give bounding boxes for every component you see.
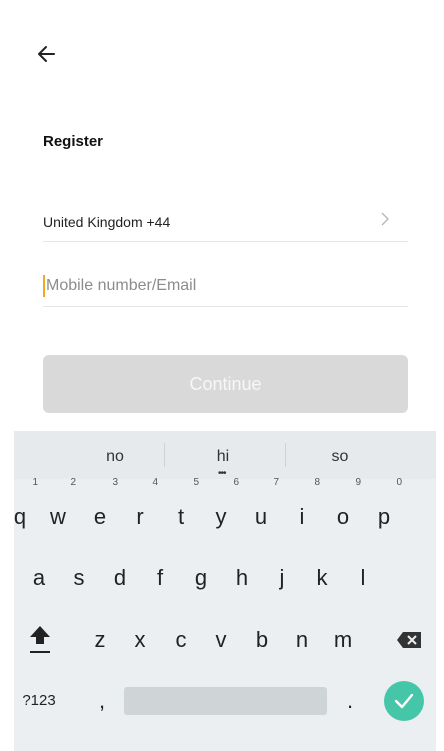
- page-title: Register: [43, 133, 104, 150]
- key-w[interactable]: 2w: [38, 477, 78, 543]
- mobile-email-input[interactable]: [46, 277, 386, 295]
- key-t[interactable]: 5t: [161, 477, 201, 543]
- key-i[interactable]: 8i: [282, 477, 322, 543]
- key-y[interactable]: 6y: [201, 477, 241, 543]
- arrow-left-icon: [38, 46, 55, 62]
- space-bar[interactable]: [124, 687, 327, 715]
- period-key[interactable]: .: [330, 675, 370, 727]
- enter-key[interactable]: [384, 681, 424, 721]
- country-label: United Kingdom +44: [43, 214, 171, 230]
- backspace-key[interactable]: [389, 614, 429, 666]
- chevron-right-icon: [380, 211, 390, 232]
- key-s[interactable]: s: [59, 552, 99, 604]
- country-selector[interactable]: United Kingdom +44: [43, 203, 408, 242]
- key-v[interactable]: v: [201, 614, 241, 666]
- shift-key[interactable]: [20, 614, 60, 666]
- key-r[interactable]: 4r: [120, 477, 160, 543]
- key-j[interactable]: j: [262, 552, 302, 604]
- checkmark-icon: [394, 693, 414, 709]
- key-c[interactable]: c: [161, 614, 201, 666]
- key-d[interactable]: d: [100, 552, 140, 604]
- key-o[interactable]: 9o: [323, 477, 363, 543]
- key-n[interactable]: n: [282, 614, 322, 666]
- symbols-key[interactable]: ?123: [19, 675, 59, 727]
- key-f[interactable]: f: [140, 552, 180, 604]
- backspace-icon: [397, 632, 421, 648]
- key-e[interactable]: 3e: [80, 477, 120, 543]
- account-input-row[interactable]: [43, 266, 408, 307]
- key-q[interactable]: 1q: [14, 477, 40, 543]
- suggestion-bar: no hi ••• so: [14, 431, 436, 479]
- key-h[interactable]: h: [222, 552, 262, 604]
- key-l[interactable]: l: [343, 552, 383, 604]
- key-m[interactable]: m: [323, 614, 363, 666]
- text-caret: [43, 275, 45, 297]
- key-x[interactable]: x: [120, 614, 160, 666]
- soft-keyboard: no hi ••• so 1q 2w 3e 4r 5t 6y 7u 8i 9o …: [14, 431, 436, 751]
- continue-button[interactable]: Continue: [43, 355, 408, 413]
- key-p[interactable]: 0p: [364, 477, 404, 543]
- key-z[interactable]: z: [80, 614, 120, 666]
- key-a[interactable]: a: [19, 552, 59, 604]
- comma-key[interactable]: ,: [82, 675, 122, 727]
- key-g[interactable]: g: [181, 552, 221, 604]
- shift-icon: [30, 626, 50, 653]
- back-button[interactable]: [32, 40, 60, 68]
- key-u[interactable]: 7u: [241, 477, 281, 543]
- key-b[interactable]: b: [242, 614, 282, 666]
- key-k[interactable]: k: [302, 552, 342, 604]
- more-suggestions-icon: •••: [218, 468, 226, 479]
- suggestion-3[interactable]: so: [274, 431, 406, 479]
